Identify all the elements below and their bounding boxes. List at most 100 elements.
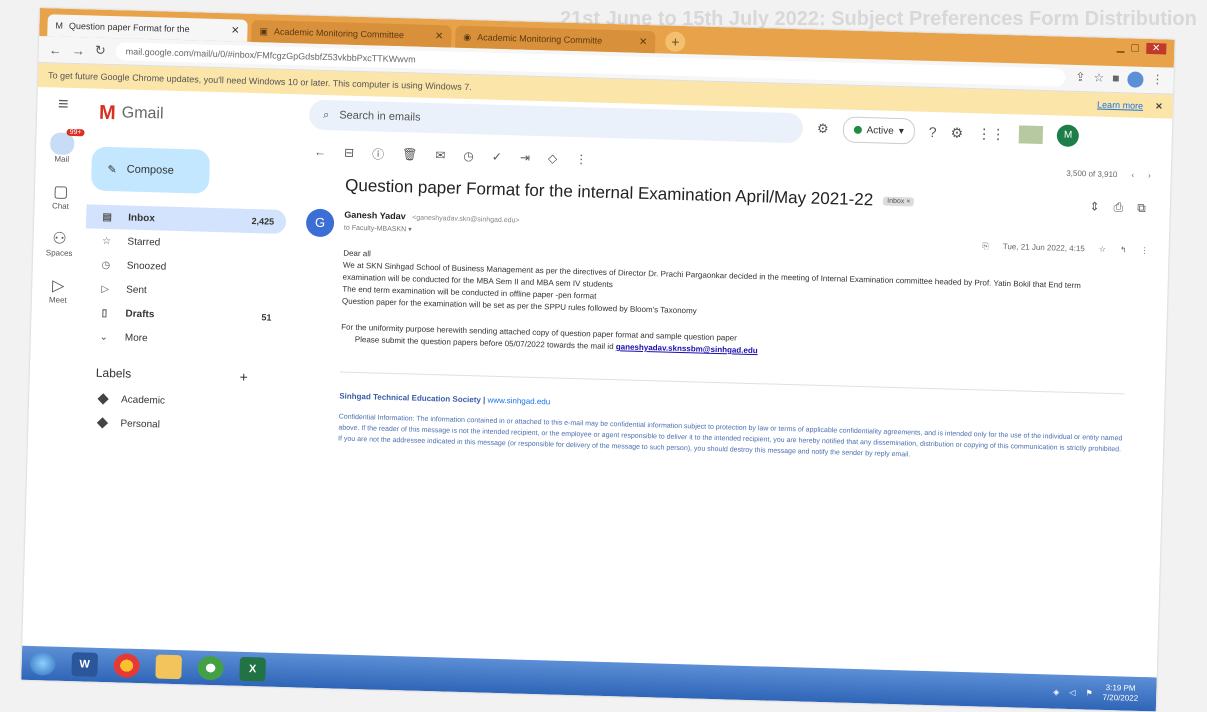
search-icon: ⌕: [322, 108, 330, 121]
back-arrow-icon[interactable]: ←: [314, 145, 326, 159]
reload-icon[interactable]: ↻: [95, 43, 106, 59]
status-selector[interactable]: Active ▾: [842, 116, 916, 145]
rail-meet[interactable]: ▷ Meet: [49, 275, 68, 304]
label-tag-icon: [97, 393, 109, 405]
recipient-line[interactable]: to Faculty-MBASKN ▾: [344, 224, 519, 237]
add-label-icon[interactable]: +: [239, 369, 288, 386]
new-tab-button[interactable]: +: [665, 31, 686, 53]
mark-unread-icon[interactable]: ✉: [435, 148, 445, 162]
system-clock[interactable]: 3:19 PM 7/20/2022: [1102, 683, 1138, 704]
snooze-icon[interactable]: ◷: [463, 149, 474, 163]
sheets-favicon-icon: ▣: [259, 25, 269, 36]
close-icon[interactable]: ✕: [1155, 101, 1163, 112]
help-icon[interactable]: ?: [929, 124, 937, 140]
apps-grid-icon[interactable]: ⋮⋮: [977, 125, 1005, 143]
learn-more-link[interactable]: Learn more: [1097, 100, 1143, 111]
nav-label: More: [124, 331, 148, 344]
menu-dots-icon[interactable]: ⋮: [1151, 72, 1163, 88]
chevron-down-icon: ▾: [898, 125, 904, 137]
extension-icon[interactable]: ■: [1112, 71, 1120, 87]
gmail-logo[interactable]: M Gmail: [89, 92, 310, 138]
start-button[interactable]: [29, 650, 57, 676]
video-camera-icon: ▷: [51, 277, 65, 295]
volume-icon[interactable]: ◁: [1069, 688, 1075, 697]
network-icon[interactable]: ◈: [1053, 687, 1059, 696]
nav-label: Sent: [126, 284, 147, 296]
open-new-window-icon[interactable]: ⧉: [1137, 200, 1146, 215]
share-icon[interactable]: ⇪: [1075, 70, 1085, 86]
chevron-left-icon[interactable]: ‹: [1131, 170, 1134, 179]
add-task-icon[interactable]: ✓: [492, 150, 502, 164]
chrome-icon[interactable]: [113, 653, 141, 679]
account-avatar[interactable]: M: [1056, 124, 1080, 148]
window-close-icon[interactable]: ✕: [1145, 42, 1167, 55]
gmail-logo-text: Gmail: [121, 104, 164, 123]
gmail-m-icon: M: [98, 101, 117, 124]
email-signature: Sinhgad Technical Education Society | ww…: [337, 371, 1125, 467]
clock-date: 7/20/2022: [1102, 692, 1139, 703]
more-icon[interactable]: ⋮: [1141, 246, 1149, 255]
mail-link[interactable]: ganeshyadav.sknssbm@sinhgad.edu: [616, 342, 758, 355]
chrome-icon[interactable]: [197, 655, 224, 681]
label-name: Academic: [120, 393, 166, 407]
report-spam-icon[interactable]: ⓘ: [372, 145, 384, 162]
gmail-sidebar: M Gmail ✎ Compose ▤ Inbox 2,425 ☆ Starre…: [73, 88, 309, 688]
sender-name-line: Ganesh Yadav <ganeshyadav.skn@sinhgad.ed…: [344, 210, 519, 225]
minimize-icon[interactable]: ▁: [1117, 42, 1125, 53]
reply-icon[interactable]: ↰: [1120, 245, 1127, 254]
hamburger-menu-icon[interactable]: ≡: [58, 94, 69, 115]
chevron-right-icon[interactable]: ›: [1148, 171, 1151, 180]
maximize-icon[interactable]: ▢: [1130, 42, 1140, 53]
word-icon[interactable]: W: [71, 652, 99, 677]
label-personal[interactable]: Personal: [80, 410, 301, 440]
folder-icon[interactable]: [155, 654, 182, 680]
close-icon[interactable]: ✕: [231, 25, 240, 36]
forward-arrow-icon[interactable]: →: [72, 42, 85, 57]
unread-badge: 99+: [66, 128, 85, 137]
drafts-count: 51: [261, 312, 272, 323]
compose-button[interactable]: ✎ Compose: [90, 146, 211, 194]
inbox-count: 2,425: [251, 215, 275, 227]
star-icon[interactable]: ☆: [1099, 245, 1106, 254]
archive-icon[interactable]: ⊟: [344, 146, 354, 160]
back-arrow-icon[interactable]: ←: [49, 42, 62, 57]
tab-title: Academic Monitoring Committee: [273, 26, 405, 41]
excel-icon[interactable]: X: [239, 656, 266, 682]
search-options-icon[interactable]: ⚙: [817, 121, 829, 137]
rail-spaces[interactable]: ⚇ Spaces: [46, 228, 73, 258]
inbox-icon: ▤: [102, 211, 113, 223]
org-name: Sinhgad Technical Education Society: [339, 391, 482, 405]
message-view: ⌕ Search in emails ⚙ Active ▾ ? ⚙ ⋮⋮ M ←…: [293, 95, 1172, 712]
close-icon[interactable]: ✕: [639, 36, 648, 47]
close-icon[interactable]: ✕: [435, 31, 444, 42]
more-icon[interactable]: ⋮: [575, 152, 587, 166]
print-icon[interactable]: ⎙: [1113, 200, 1123, 215]
browser-extensions: ⇪ ☆ ■ ⋮: [1075, 70, 1164, 88]
rail-chat[interactable]: ▢ Chat: [52, 181, 70, 210]
sender-name[interactable]: Ganesh Yadav: [344, 210, 406, 222]
move-to-icon[interactable]: ⇥: [520, 150, 530, 164]
org-website-link[interactable]: www.sinhgad.edu: [487, 396, 550, 407]
settings-icon[interactable]: ⚙: [950, 124, 963, 141]
monitor-screen: M Question paper Format for the ✕ ▣ Acad…: [21, 8, 1175, 712]
label-name: Personal: [120, 417, 161, 431]
delete-icon[interactable]: 🗑: [402, 147, 418, 161]
inbox-label-chip[interactable]: Inbox ×: [883, 196, 915, 206]
chevron-down-icon: ⌄: [99, 331, 109, 343]
nav-label: Starred: [127, 236, 161, 248]
chat-icon: ▢: [53, 183, 69, 201]
nav-label: Snoozed: [126, 260, 167, 273]
label-icon[interactable]: ◇: [548, 151, 558, 165]
rail-mail[interactable]: 99+ Mail: [49, 128, 85, 164]
system-tray: ◈ ◁ ⚑ 3:19 PM 7/20/2022: [1053, 682, 1157, 705]
profile-icon[interactable]: [1127, 71, 1144, 88]
rail-label: Chat: [51, 201, 70, 211]
nav-label: Drafts: [125, 308, 155, 320]
flag-icon[interactable]: ⚑: [1085, 688, 1092, 697]
spaces-icon: ⚇: [52, 230, 67, 248]
nav-label: Inbox: [128, 212, 155, 224]
status-label: Active: [866, 124, 894, 137]
labels-title: Labels: [95, 365, 132, 381]
bookmark-star-icon[interactable]: ☆: [1093, 70, 1104, 86]
expand-icon[interactable]: ⇕: [1089, 199, 1099, 214]
